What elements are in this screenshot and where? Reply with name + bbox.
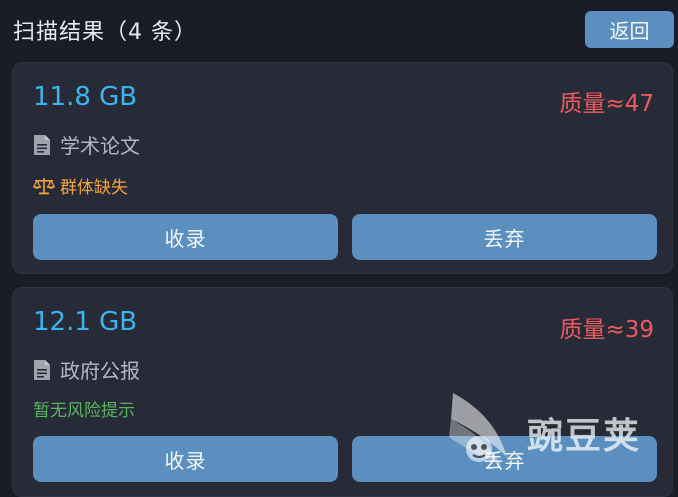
keep-button[interactable]: 收录 bbox=[33, 436, 338, 482]
quality-score: 质量≈47 bbox=[559, 91, 654, 117]
category-label: 学术论文 bbox=[60, 134, 140, 158]
file-size: 11.8 GB bbox=[33, 82, 138, 112]
category-row: 政府公报 bbox=[33, 355, 140, 384]
result-card: 12.1 GB 质量≈39 政府公报 暂无风险提示 收录 丢弃 bbox=[12, 287, 673, 497]
keep-button[interactable]: 收录 bbox=[33, 214, 338, 260]
category-row: 学术论文 bbox=[33, 130, 140, 159]
risk-label: 暂无风险提示 bbox=[33, 401, 135, 421]
document-icon bbox=[34, 359, 50, 380]
page-title: 扫描结果（4 条） bbox=[13, 20, 197, 45]
risk-label: 群体缺失 bbox=[60, 178, 128, 198]
discard-button[interactable]: 丢弃 bbox=[352, 214, 657, 260]
category-label: 政府公报 bbox=[60, 359, 140, 383]
back-button[interactable]: 返回 bbox=[585, 11, 674, 48]
header: 扫描结果（4 条） 返回 bbox=[0, 0, 678, 60]
document-icon bbox=[34, 134, 50, 155]
discard-button[interactable]: 丢弃 bbox=[352, 436, 657, 482]
file-size: 12.1 GB bbox=[33, 307, 138, 337]
scale-icon bbox=[33, 177, 55, 194]
risk-row: 暂无风险提示 bbox=[33, 396, 135, 421]
result-card: 11.8 GB 质量≈47 学术论文 群体缺失 收录 丢弃 bbox=[12, 62, 673, 274]
quality-score: 质量≈39 bbox=[559, 317, 654, 343]
risk-row: 群体缺失 bbox=[33, 173, 128, 198]
